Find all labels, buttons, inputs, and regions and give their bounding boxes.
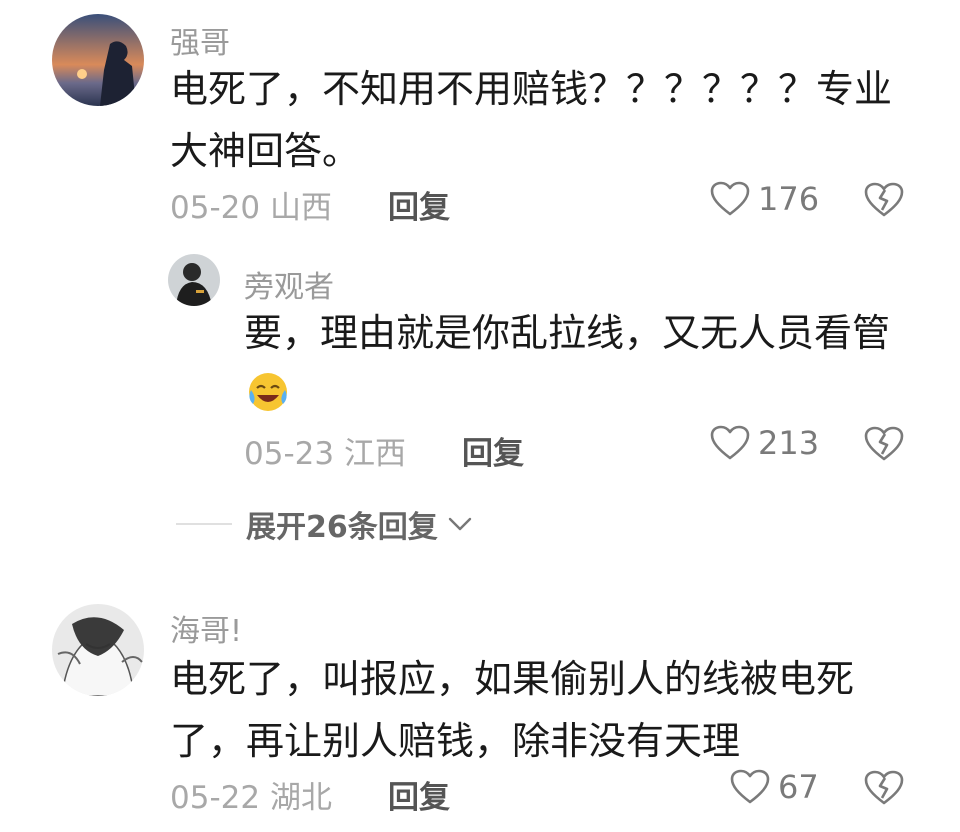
comment-meta: 05-20 山西 — [170, 182, 332, 227]
crying-laughing-emoji-icon — [249, 373, 287, 411]
reply-button[interactable]: 回复 — [462, 428, 524, 473]
heart-outline-icon — [710, 425, 750, 460]
comment-text: 要，理由就是你乱拉线，又无人员看管 — [244, 302, 904, 426]
reply-button[interactable]: 回复 — [388, 772, 450, 817]
dislike-button[interactable] — [864, 182, 904, 222]
comment-location: 山西 — [269, 190, 332, 226]
avatar[interactable] — [52, 604, 144, 696]
like-button[interactable]: 67 — [730, 768, 819, 806]
dislike-button[interactable] — [864, 770, 904, 810]
comment-date: 05-22 — [170, 780, 261, 816]
broken-heart-icon — [864, 426, 904, 461]
reply-button[interactable]: 回复 — [388, 182, 450, 227]
comment-text: 电死了，不知用不用赔钱？？？？？？专业大神回答。 — [170, 67, 893, 173]
chevron-down-icon — [448, 517, 471, 531]
heart-outline-icon — [710, 181, 750, 216]
like-count: 67 — [778, 768, 819, 806]
heart-outline-icon — [730, 769, 770, 804]
username[interactable]: 强哥 — [170, 18, 230, 62]
divider — [176, 523, 232, 525]
comment-text-body: 要，理由就是你乱拉线，又无人员看管 — [244, 311, 891, 355]
comment-meta: 05-22 湖北 — [170, 772, 332, 817]
broken-heart-icon — [864, 770, 904, 805]
avatar-image — [52, 604, 144, 696]
comment-date: 05-20 — [170, 190, 261, 226]
like-button[interactable]: 213 — [710, 424, 819, 462]
dislike-button[interactable] — [864, 426, 904, 466]
comment-location: 江西 — [343, 436, 406, 472]
expand-replies-button[interactable]: 展开26条回复 — [176, 502, 474, 546]
expand-replies-label: 展开26条回复 — [246, 510, 438, 545]
like-button[interactable]: 176 — [710, 180, 819, 218]
broken-heart-icon — [864, 182, 904, 217]
avatar[interactable] — [52, 14, 144, 106]
avatar-image — [168, 254, 220, 306]
comment-meta: 05-23 江西 — [244, 428, 406, 473]
like-count: 213 — [758, 424, 820, 462]
username[interactable]: 旁观者 — [244, 262, 334, 306]
comment-location: 湖北 — [269, 780, 332, 816]
comment-text: 电死了，叫报应，如果偷别人的线被电死了，再让别人赔钱，除非没有天理 — [170, 657, 855, 763]
avatar[interactable] — [168, 254, 220, 306]
avatar-image — [52, 14, 144, 106]
comment-date: 05-23 — [244, 436, 335, 472]
like-count: 176 — [758, 180, 820, 218]
username[interactable]: 海哥! — [170, 606, 242, 650]
